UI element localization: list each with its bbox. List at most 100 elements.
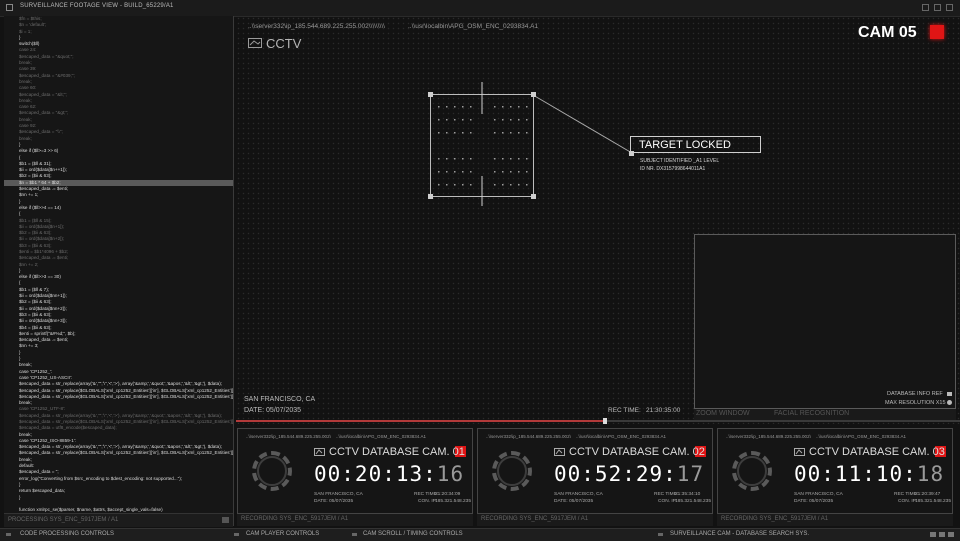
camera-panel-footer: RECORDING SYS_ENC_5917JEM / A1 — [237, 514, 473, 526]
target-grid-dot — [470, 119, 472, 121]
target-grid-dot — [526, 106, 528, 108]
cam-timer-frames: 18 — [916, 462, 945, 486]
target-grid-dot — [518, 132, 520, 134]
target-grid-dot — [438, 106, 440, 108]
target-grid-dot — [462, 106, 464, 108]
panel-menu-icon[interactable] — [222, 517, 229, 523]
window-close-icon[interactable] — [946, 4, 953, 11]
target-grid-dot — [438, 132, 440, 134]
title-bar: SURVEILLANCE FOOTAGE VIEW - BUILD_65229/… — [0, 0, 960, 17]
target-grid-dot — [494, 184, 496, 186]
cam-timer-main: 00:20:13: — [314, 462, 437, 486]
database-info-ref: DATABASE INFO REF — [887, 391, 943, 397]
camera-panel-1[interactable]: ..\\server332\ip_185.544.689.225.255.002… — [237, 428, 473, 514]
cam-file-path: ..\\usr\localbin\APG_OSM_ENC_0293834.A1 — [576, 434, 667, 439]
cam-timer-frames: 17 — [676, 462, 705, 486]
info-icon — [947, 392, 952, 396]
cam-location: SAN FRANCISCO, CA — [554, 492, 603, 497]
cam-rec-value: 21:20:39:47 — [915, 492, 941, 497]
cam-location: SAN FRANCISCO, CA — [794, 492, 843, 497]
target-grid-dot — [454, 184, 456, 186]
target-grid-dot — [462, 158, 464, 160]
nav-button-3[interactable] — [948, 532, 954, 537]
cam-timer: 00:52:29:17 — [554, 462, 704, 486]
target-grid-dot — [454, 119, 456, 121]
target-grid-dot — [510, 132, 512, 134]
target-grid-dot — [462, 119, 464, 121]
nav-marker-icon — [6, 533, 11, 536]
max-resolution: MAX RESOLUTION X15 — [885, 400, 946, 406]
target-grid-dot — [526, 184, 528, 186]
tab-zoom-window[interactable]: ZOOM WINDOW — [696, 410, 750, 417]
target-grid-dot — [518, 184, 520, 186]
target-grid-dot — [438, 184, 440, 186]
target-grid-dot — [454, 132, 456, 134]
window-minimize-icon[interactable] — [922, 4, 929, 11]
target-locked-box: TARGET LOCKED — [630, 136, 761, 153]
target-grid-dot — [462, 171, 464, 173]
target-grid-dot — [494, 158, 496, 160]
cam-server-path: ..\\server332\ip_185.544.689.225.255.002… — [486, 434, 571, 439]
target-grid-dot — [494, 119, 496, 121]
cam-footer-label: RECORDING SYS_ENC_5917JEM / A1 — [721, 516, 829, 522]
nav-database-search[interactable]: SURVEILLANCE CAM - DATABASE SEARCH SYS. — [670, 531, 809, 537]
code-panel-footer: PROCESSING SYS_ENC_5917JEM / A1 — [4, 513, 233, 527]
cam-location: SAN FRANCISCO, CA — [314, 492, 363, 497]
playback-scrubber[interactable] — [236, 418, 960, 424]
target-grid-dot — [462, 184, 464, 186]
location-label: SAN FRANCISCO, CA — [244, 396, 316, 403]
target-grid-dot — [526, 132, 528, 134]
window-maximize-icon[interactable] — [934, 4, 941, 11]
bottom-nav: CODE PROCESSING CONTROLS CAM PLAYER CONT… — [0, 528, 960, 541]
target-grid-dot — [446, 119, 448, 121]
target-grid-dot — [502, 184, 504, 186]
cctv-camera-icon — [794, 448, 805, 456]
target-grid-dot — [526, 171, 528, 173]
target-grid-dot — [438, 158, 440, 160]
zoom-window[interactable]: DATABASE INFO REF MAX RESOLUTION X15 — [694, 234, 956, 409]
nav-marker-icon — [658, 533, 663, 536]
camera-panel-2[interactable]: ..\\server332\ip_185.544.689.225.255.002… — [477, 428, 713, 514]
target-grid-dot — [526, 119, 528, 121]
target-grid-dot — [438, 119, 440, 121]
cam-footer-label: RECORDING SYS_ENC_5917JEM / A1 — [481, 516, 589, 522]
target-grid-dot — [510, 158, 512, 160]
cam-title: CCTV DATABASE CAM. 01 — [329, 446, 465, 458]
target-grid-dot — [446, 171, 448, 173]
target-grid-dot — [454, 158, 456, 160]
cam-rec-value: 21:35:34:10 — [675, 492, 701, 497]
rec-time-label: REC TIME: — [608, 407, 641, 414]
nav-code-processing[interactable]: CODE PROCESSING CONTROLS — [20, 531, 114, 537]
nav-button-1[interactable] — [930, 532, 936, 537]
cam-date: DATE: 05/07/2035 — [314, 499, 354, 504]
target-grid-dot — [454, 171, 456, 173]
code-line: $escaped_data = str_replace($GLOBALS['xm… — [19, 393, 233, 399]
target-grid-dot — [446, 132, 448, 134]
code-panel[interactable]: $fn = $this; $n = 'default'; $i = 1;} switc… — [4, 16, 234, 526]
window-icon — [6, 4, 13, 11]
cctv-camera-icon — [314, 448, 325, 456]
nav-cam-player[interactable]: CAM PLAYER CONTROLS — [246, 531, 319, 537]
target-id: ID NR. DX3157998644011A1 — [640, 166, 706, 172]
target-grid-dot — [518, 158, 520, 160]
cam-timer-main: 00:11:10: — [794, 462, 917, 486]
jog-dial-inner — [497, 456, 527, 486]
window-title: SURVEILLANCE FOOTAGE VIEW - BUILD_65229/… — [20, 3, 174, 9]
cam-timer-frames: 16 — [436, 462, 465, 486]
target-subject: SUBJECT IDENTIFIED _A1 LEVEL — [640, 158, 720, 164]
cam-timer-main: 00:52:29: — [554, 462, 677, 486]
target-grid-dot — [470, 106, 472, 108]
code-line: $escaped_data = str_replace($GLOBALS['xm… — [19, 450, 233, 456]
cam-title: CCTV DATABASE CAM. 02 — [569, 446, 705, 458]
nav-cam-scroll[interactable]: CAM SCROLL / TIMING CONTROLS — [363, 531, 463, 537]
target-grid-dot — [438, 171, 440, 173]
cam-file-path: ..\\usr\localbin\APG_OSM_ENC_0293834.A1 — [816, 434, 907, 439]
cam-timer: 00:11:10:18 — [794, 462, 944, 486]
target-grid-dot — [502, 132, 504, 134]
playback-scrubber-handle[interactable] — [603, 418, 608, 424]
camera-panel-3[interactable]: ..\\server332\ip_185.544.689.225.255.002… — [717, 428, 953, 514]
tab-facial-recognition[interactable]: FACIAL RECOGNITION — [774, 410, 849, 417]
nav-button-2[interactable] — [939, 532, 945, 537]
target-grid-dot — [518, 106, 520, 108]
jog-dial-inner — [737, 456, 767, 486]
